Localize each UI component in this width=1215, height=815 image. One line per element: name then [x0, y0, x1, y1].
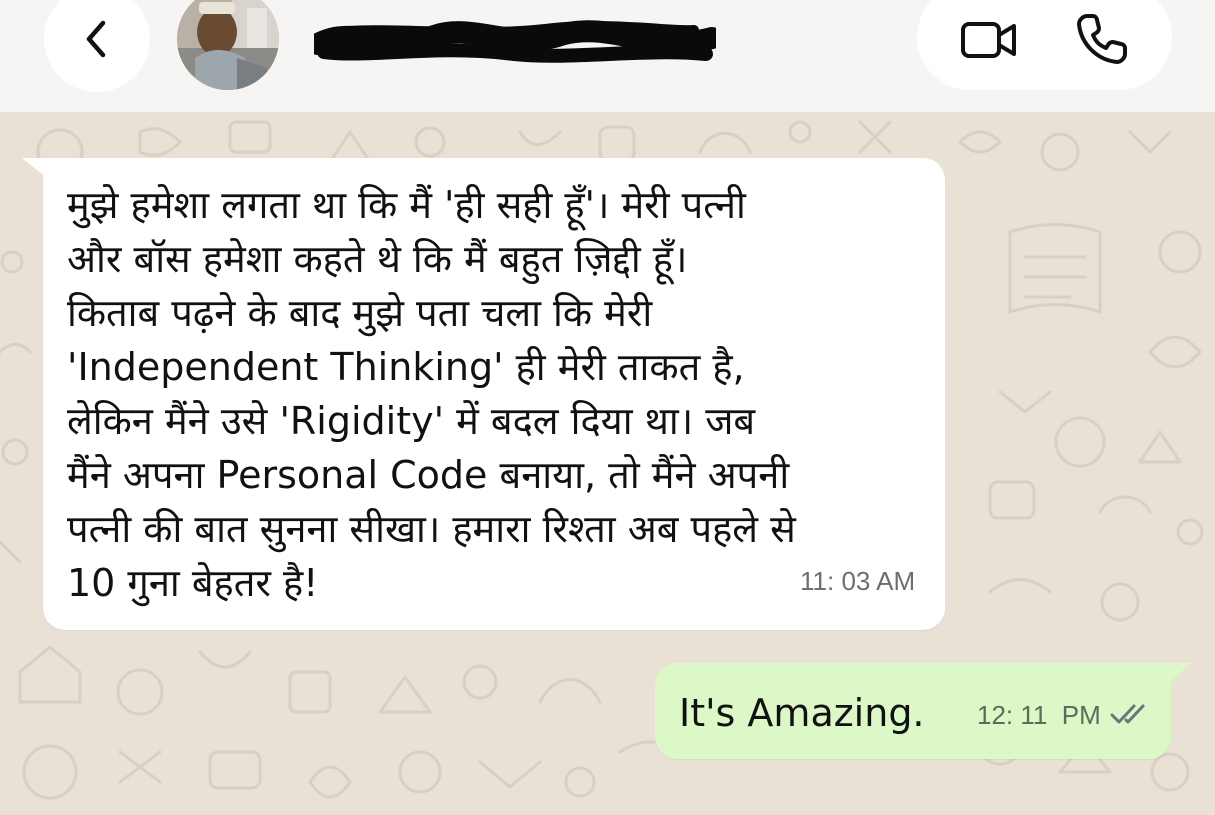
avatar[interactable]	[177, 0, 279, 90]
avatar-photo	[177, 0, 279, 90]
double-check-icon	[1110, 704, 1145, 724]
video-camera-icon	[961, 22, 1016, 58]
outgoing-message-time: 12: 11 PM	[977, 700, 1101, 730]
chat-header	[0, 0, 1215, 113]
incoming-message-time: 11: 03 AM	[800, 566, 916, 596]
back-button[interactable]	[44, 0, 150, 92]
contact-name[interactable]	[314, 14, 716, 68]
outgoing-message-text: It's Amazing.	[679, 691, 925, 735]
contact-name-text	[314, 14, 716, 68]
video-call-button[interactable]	[955, 12, 1023, 68]
chat-screen: मुझे हमेशा लगता था कि मैं 'ही सही हूँ'। …	[0, 0, 1215, 815]
chevron-left-icon	[86, 20, 106, 58]
voice-call-button[interactable]	[1068, 8, 1134, 72]
phone-icon	[1077, 14, 1127, 64]
incoming-message-text: मुझे हमेशा लगता था कि मैं 'ही सही हूँ'। …	[67, 183, 796, 605]
outgoing-bubble-tail	[1167, 663, 1191, 685]
